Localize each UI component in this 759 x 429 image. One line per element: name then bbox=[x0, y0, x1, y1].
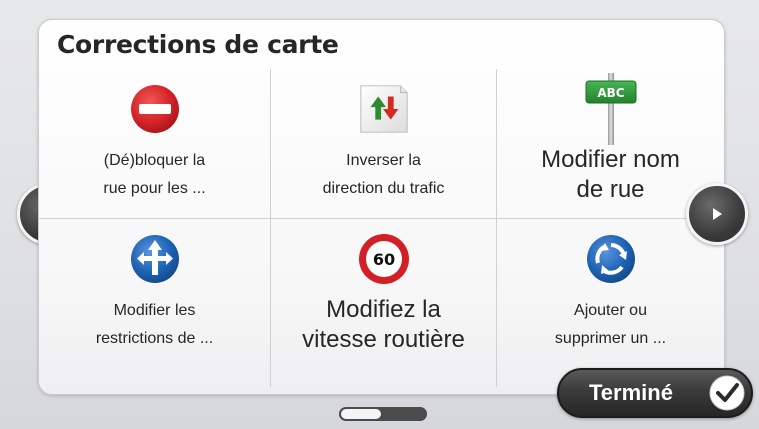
done-button[interactable]: Terminé bbox=[557, 368, 753, 418]
menu-item-add-remove-roundabout[interactable]: Ajouter ou supprimer un ... bbox=[497, 219, 724, 387]
speed-value: 60 bbox=[372, 250, 394, 269]
screen: Corrections de carte (Dé)bloquer la rue … bbox=[0, 0, 759, 429]
done-button-label: Terminé bbox=[589, 380, 673, 405]
menu-item-edit-restrictions[interactable]: Modifier les restrictions de ... bbox=[39, 219, 271, 387]
reverse-traffic-icon bbox=[356, 81, 412, 137]
menu-item-label: Inverser la direction du trafic bbox=[322, 152, 445, 197]
menu-item-edit-speed[interactable]: 60 Modifiez la vitesse routière bbox=[271, 219, 497, 387]
roundabout-icon bbox=[583, 231, 639, 287]
page-indicator-current bbox=[341, 409, 381, 419]
page-title: Corrections de carte bbox=[57, 30, 339, 59]
checkmark-icon bbox=[709, 375, 745, 411]
main-panel: Corrections de carte (Dé)bloquer la rue … bbox=[38, 19, 725, 395]
no-entry-icon bbox=[127, 81, 183, 137]
menu-item-label: Modifiez la vitesse routière bbox=[302, 296, 465, 353]
sign-text: ABC bbox=[597, 86, 624, 100]
right-arrow-icon bbox=[713, 208, 722, 220]
menu-item-label: (Dé)bloquer la rue pour les ... bbox=[103, 152, 206, 197]
menu-item-label: Ajouter ou supprimer un ... bbox=[554, 302, 667, 347]
street-sign-icon: ABC bbox=[576, 73, 646, 145]
menu-item-block-road[interactable]: (Dé)bloquer la rue pour les ... bbox=[39, 69, 271, 219]
menu-item-reverse-traffic[interactable]: Inverser la direction du trafic bbox=[271, 69, 497, 219]
next-page-button[interactable] bbox=[686, 183, 748, 245]
turn-restriction-icon bbox=[127, 231, 183, 287]
page-indicator bbox=[339, 407, 427, 421]
menu-item-label: Modifier les restrictions de ... bbox=[95, 302, 214, 347]
menu-grid: (Dé)bloquer la rue pour les ... Inverser… bbox=[39, 69, 724, 389]
speed-limit-icon: 60 bbox=[356, 231, 412, 287]
menu-item-label: Modifier nom de rue bbox=[541, 146, 680, 203]
